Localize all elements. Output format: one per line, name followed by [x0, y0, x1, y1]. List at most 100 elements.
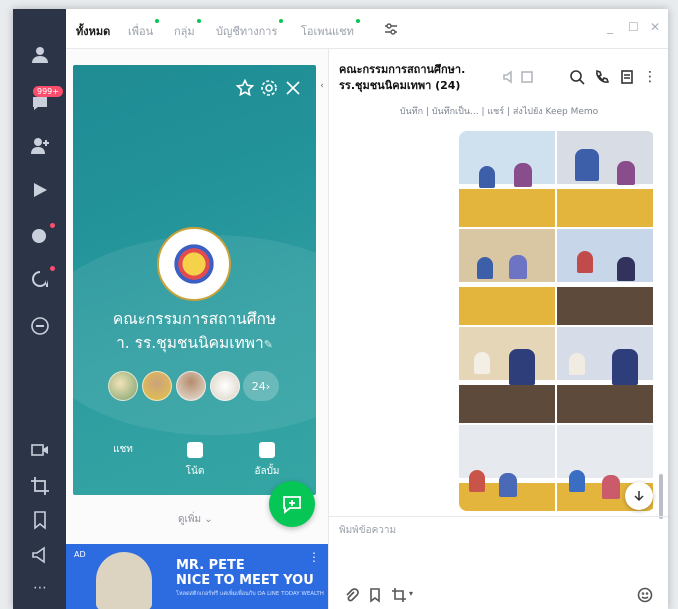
keep-icon[interactable]: [367, 587, 383, 603]
emoji-icon[interactable]: [637, 587, 653, 603]
minimize-icon[interactable]: _: [607, 20, 613, 34]
meeting-photo[interactable]: [557, 131, 653, 227]
collapse-icon[interactable]: ‹: [317, 81, 327, 99]
line-window: 999+ ⋯ ทั้งหมด เพื่อน กลุ่ม บัญชีทางการ …: [13, 9, 668, 609]
meeting-photo[interactable]: [459, 327, 555, 423]
tab-all[interactable]: ทั้งหมด: [76, 22, 110, 40]
menu-icon[interactable]: ⋮: [643, 69, 659, 85]
notification-dot: [50, 266, 55, 271]
school-emblem: [171, 241, 217, 287]
open-chat-icon[interactable]: [29, 268, 51, 290]
tab-groups[interactable]: กลุ่ม: [174, 19, 201, 40]
notes-icon[interactable]: [619, 69, 635, 85]
scroll-down-button[interactable]: [625, 482, 653, 510]
tab-friends[interactable]: เพื่อน: [128, 19, 160, 40]
keep-icon[interactable]: [29, 509, 51, 531]
new-dot: [355, 19, 360, 23]
ad-tag: AD: [74, 550, 86, 559]
group-logo: [157, 227, 231, 301]
meeting-photo[interactable]: [557, 229, 653, 325]
action-label: อัลบั้ม: [254, 466, 280, 477]
chat-title-line: คณะกรรมการสถานศึกษา.: [339, 63, 466, 76]
pop-out-icon[interactable]: [519, 69, 535, 85]
avatar: [176, 371, 206, 401]
dropdown-icon[interactable]: ▾: [409, 589, 413, 598]
action-label: แชท: [113, 444, 133, 455]
meeting-photo[interactable]: [557, 327, 653, 423]
attach-icon[interactable]: [343, 587, 359, 603]
filter-icon[interactable]: [384, 21, 398, 40]
ad-banner[interactable]: AD MR. PETE NICE TO MEET YOU โหลดสติกเกอ…: [66, 544, 328, 609]
crop-icon[interactable]: [29, 475, 51, 497]
note-icon: [187, 442, 203, 458]
edit-icon[interactable]: ✎: [264, 338, 273, 351]
line-icon[interactable]: [29, 315, 51, 337]
mute-icon[interactable]: [502, 69, 518, 85]
group-name-line: า. รร.ชุมชนนิคมเทพา: [116, 334, 264, 352]
ad-title: MR. PETE NICE TO MEET YOU: [176, 558, 314, 588]
new-dot: [155, 19, 160, 23]
arrow-down-icon: [634, 491, 644, 502]
see-more-label: ดูเพิ่ม: [178, 514, 202, 525]
avatar: [210, 371, 240, 401]
screenshot-icon[interactable]: [391, 587, 407, 603]
settings-icon[interactable]: [260, 79, 278, 97]
more-icon[interactable]: ⋯: [29, 577, 51, 599]
tab-label: บัญชีทางการ: [216, 25, 278, 38]
chat-action[interactable]: แชท: [103, 442, 143, 457]
note-action[interactable]: โน้ต: [175, 442, 215, 479]
ad-subtitle: โหลดสติกเกอร์ฟรี แค่เพิ่มเพื่อนกับ OA LI…: [176, 591, 324, 597]
message-input-area: ▾: [329, 516, 668, 609]
video-call-icon[interactable]: [29, 439, 51, 461]
message-input[interactable]: [339, 525, 649, 536]
avatar: [142, 371, 172, 401]
meeting-photo[interactable]: [459, 131, 555, 227]
star-icon[interactable]: [235, 78, 255, 97]
meeting-photo[interactable]: [459, 425, 555, 511]
album-action[interactable]: อัลบั้ม: [247, 442, 287, 479]
ad-mascot-image: [96, 552, 152, 609]
chat-title[interactable]: คณะกรรมการสถานศึกษา. รร.ชุมชนนิคมเทพา (2…: [339, 62, 499, 94]
left-rail: 999+ ⋯: [13, 9, 66, 609]
tab-label: กลุ่ม: [174, 25, 195, 38]
tab-label: เพื่อน: [128, 25, 154, 38]
album-icon: [259, 442, 275, 458]
add-friend-icon[interactable]: [29, 135, 51, 157]
chat-title-line: รร.ชุมชนนิคมเทพา (24): [339, 79, 461, 92]
member-count-button[interactable]: 24 ›: [243, 371, 279, 401]
action-label: โน้ต: [185, 466, 205, 477]
group-profile-popup: คณะกรรมการสถานศึกษ า. รร.ชุมชนนิคมเทพา✎ …: [73, 65, 316, 495]
new-chat-icon: [283, 496, 301, 514]
call-icon[interactable]: [594, 69, 610, 85]
tab-open-chat[interactable]: โอเพนแชท: [301, 19, 360, 40]
photo-album-grid[interactable]: [459, 131, 655, 511]
tab-official[interactable]: บัญชีทางการ: [216, 19, 284, 40]
scrollbar[interactable]: [659, 474, 663, 519]
meeting-photo[interactable]: [459, 229, 555, 325]
announce-icon[interactable]: [29, 544, 51, 566]
new-chat-button[interactable]: [269, 481, 315, 527]
search-icon[interactable]: [569, 69, 585, 85]
group-name: คณะกรรมการสถานศึกษ า. รร.ชุมชนนิคมเทพา✎: [83, 307, 306, 357]
avatar: [108, 371, 138, 401]
new-dot: [196, 19, 201, 23]
member-count: 24: [251, 379, 266, 393]
pinned-actions-bar[interactable]: บันทึก | บันทึกเป็น... | แชร์ | ส่งไปยัง…: [329, 104, 668, 118]
unread-badge: 999+: [33, 86, 63, 97]
friends-icon[interactable]: [29, 44, 51, 66]
tab-label: ทั้งหมด: [76, 25, 111, 38]
close-icon[interactable]: ✕: [650, 20, 660, 34]
voom-icon[interactable]: [29, 179, 51, 201]
today-icon[interactable]: [29, 224, 51, 246]
new-dot: [279, 19, 284, 23]
group-name-line: คณะกรรมการสถานศึกษ: [112, 310, 277, 328]
ad-title-line: MR. PETE: [176, 558, 245, 573]
ad-title-line: NICE TO MEET YOU: [176, 573, 314, 588]
notification-dot: [50, 223, 55, 228]
close-icon[interactable]: [284, 79, 302, 97]
ad-menu-icon[interactable]: ⋮: [308, 550, 320, 564]
tab-bar: ทั้งหมด เพื่อน กลุ่ม บัญชีทางการ โอเพนแช…: [66, 9, 668, 49]
see-more-link[interactable]: ดูเพิ่ม ⌄: [178, 512, 213, 527]
maximize-icon[interactable]: ☐: [628, 20, 639, 34]
tab-label: โอเพนแชท: [301, 25, 354, 38]
